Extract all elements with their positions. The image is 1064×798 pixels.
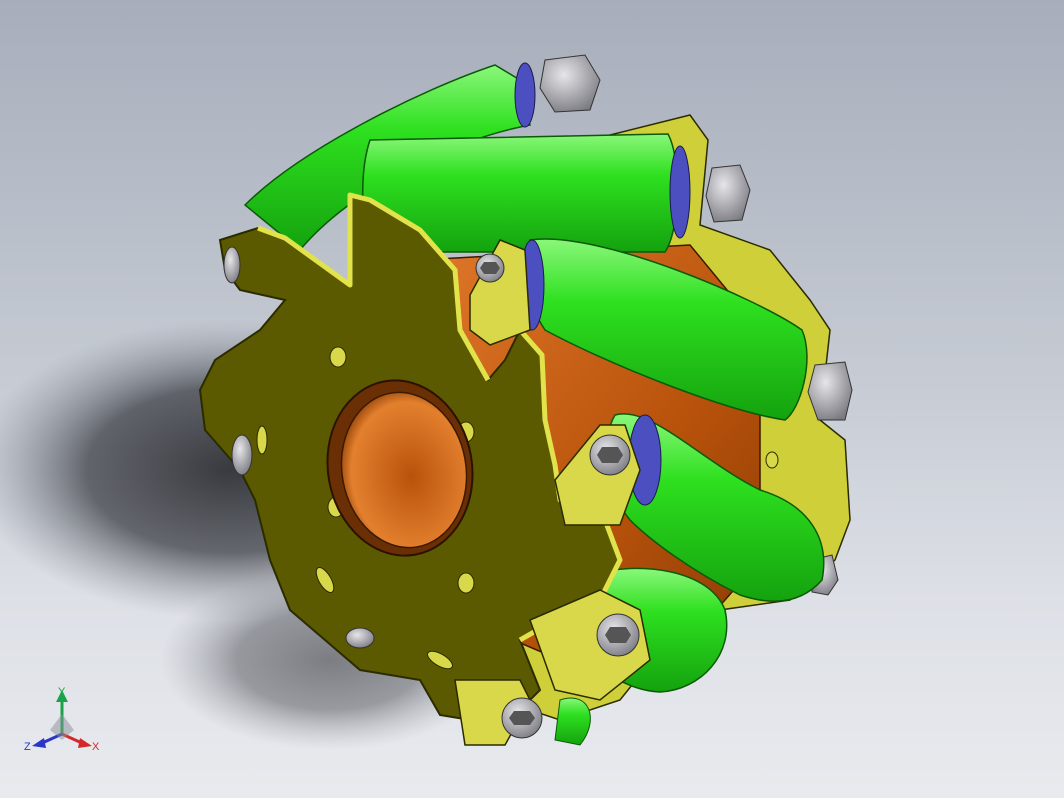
slot-4 [765,451,779,469]
bolt-upper-right [705,164,751,223]
cap-screw-2 [589,434,631,476]
graphics-viewport[interactable]: Y Z X [0,0,1064,798]
mounting-hole-1 [329,346,347,368]
bolt-top [514,54,601,128]
cap-screw-5 [345,627,375,649]
cap-screw-4 [501,697,543,739]
z-axis-label: Z [24,741,31,753]
cap-screw-1 [475,253,505,283]
bolt-right [807,361,853,421]
orientation-triad: Y Z X [24,686,100,753]
cap-screw-3 [596,613,640,657]
x-axis-label: X [92,741,100,753]
mecanum-wheel-model[interactable] [0,0,1064,798]
y-axis-label: Y [58,686,66,698]
mounting-hole-4 [457,572,475,594]
roller-bracket-top[interactable] [469,239,531,346]
slot-3 [256,425,268,455]
cap-screw-7 [223,246,241,284]
cap-screw-6 [231,434,253,476]
